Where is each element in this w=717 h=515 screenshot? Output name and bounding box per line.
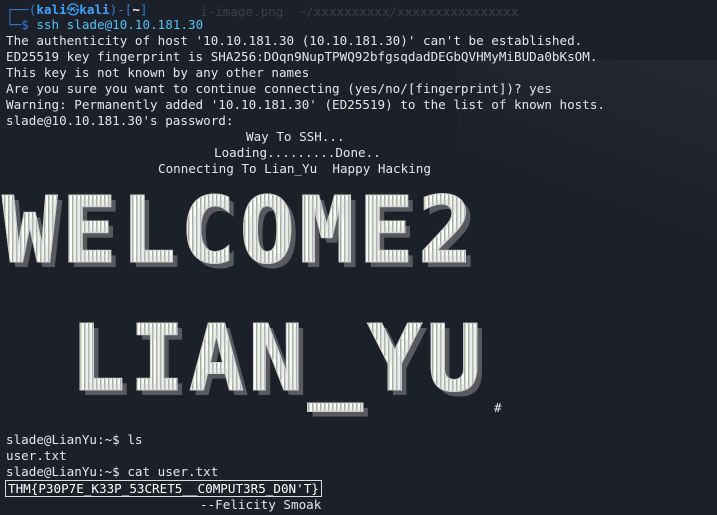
banner-welcome: WELCOME2	[1, 176, 478, 286]
banner-text: LIAN_YU	[70, 305, 486, 413]
banner-text: WELCOME2	[1, 177, 478, 285]
signature: --Felicity Smoak	[200, 497, 322, 512]
command-line: └─$ ssh slade@10.10.181.30	[6, 17, 203, 33]
flag-output[interactable]: THM{P30P7E_K33P_53CRET5__C0MPUT3R5_D0N'T…	[5, 480, 322, 497]
prompt-bracket-end: ]	[139, 2, 148, 17]
motd-line: Connecting To Lian_Yu Happy Hacking	[158, 161, 431, 176]
banner-hash: #	[494, 400, 502, 415]
command-text: ssh slade@10.10.181.30	[36, 17, 204, 32]
output-line: slade@10.10.181.30's password:	[6, 113, 234, 128]
motd-line: Loading.........Done..	[214, 145, 381, 160]
ghost-text: i-image.png ~/xxxxxxxxxx/xxxxxxxxxxxxxxx…	[200, 4, 519, 19]
output-line: Warning: Permanently added '10.10.181.30…	[6, 97, 605, 112]
terminal-window[interactable]: i-image.png ~/xxxxxxxxxx/xxxxxxxxxxxxxxx…	[0, 0, 717, 515]
prompt-user: kali	[36, 2, 67, 17]
skull-icon: ㉿	[66, 2, 80, 17]
motd-line: Way To SSH...	[246, 129, 345, 144]
prompt-line: ┌──(kali㉿kali)-[~]	[6, 2, 148, 18]
prompt-dir: ~	[132, 2, 140, 17]
session-line: slade@LianYu:~$ cat user.txt	[6, 464, 219, 479]
output-line: Are you sure you want to continue connec…	[6, 81, 552, 96]
output-line: ED25519 key fingerprint is SHA256:DOqn9N…	[6, 49, 598, 64]
prompt-corner: ┌──(	[6, 2, 37, 17]
prompt-bracket: )-[	[109, 2, 133, 17]
session-line: slade@LianYu:~$ ls	[6, 432, 143, 447]
output-line: The authenticity of host '10.10.181.30 (…	[6, 33, 583, 48]
prompt-host: kali	[79, 2, 110, 17]
prompt-arrow: └─$	[6, 17, 29, 32]
banner-lianyu: LIAN_YU	[70, 304, 486, 414]
output-line: This key is not known by any other names	[6, 65, 310, 80]
session-line: user.txt	[6, 448, 67, 463]
